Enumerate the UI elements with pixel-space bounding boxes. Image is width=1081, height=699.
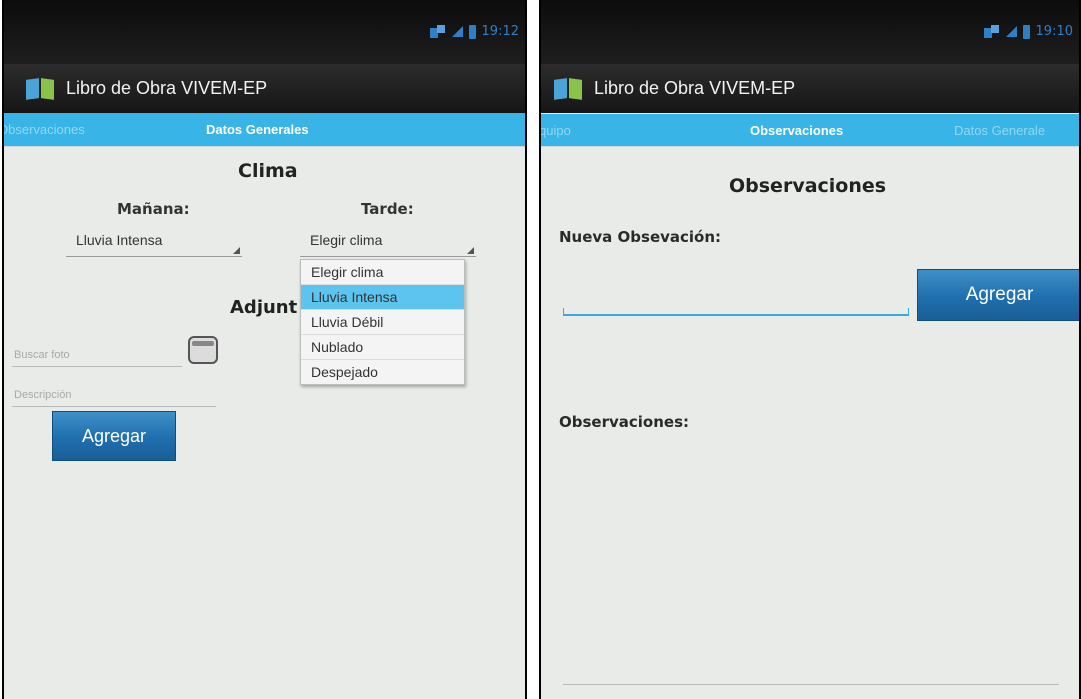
status-bar: 19:12 — [4, 0, 525, 64]
descripcion-field[interactable]: Descripción — [12, 378, 216, 407]
tab-observaciones[interactable]: Observaciones — [750, 123, 843, 138]
tarde-label: Tarde: — [361, 200, 414, 218]
spinner-arrow-icon — [233, 247, 240, 254]
manana-spinner-value: Lluvia Intensa — [76, 232, 163, 248]
status-icons: 19:12 — [429, 24, 519, 39]
app-title: Libro de Obra VIVEM-EP — [594, 78, 796, 98]
right-phone-screen: 19:10 Libro de Obra VIVEM-EP quipo Obser… — [539, 0, 1081, 699]
descripcion-placeholder: Descripción — [14, 389, 72, 401]
dropdown-option-nublado[interactable]: Nublado — [301, 335, 464, 360]
tarde-spinner[interactable]: Elegir clima — [300, 230, 476, 257]
buscar-foto-placeholder: Buscar foto — [14, 349, 70, 361]
status-bar: 19:10 — [541, 0, 1079, 64]
tarde-spinner-value: Elegir clima — [310, 232, 383, 248]
page-title: Observaciones — [729, 175, 887, 197]
left-phone-screen: 19:12 Libro de Obra VIVEM-EP Observacion… — [2, 0, 527, 699]
status-time: 19:12 — [481, 24, 519, 39]
adjuntos-heading: Adjunt — [230, 297, 298, 318]
tab-observaciones[interactable]: Observaciones — [4, 122, 85, 137]
clima-dropdown-list: Elegir clima Lluvia Intensa Lluvia Débil… — [300, 259, 465, 385]
observaciones-list-divider — [563, 684, 1059, 685]
dropdown-option-lluvia-intensa[interactable]: Lluvia Intensa — [301, 285, 464, 310]
data-icon — [983, 25, 1000, 38]
tab-strip: Observaciones Datos Generales — [4, 113, 525, 147]
signal-icon — [451, 26, 463, 37]
app-icon[interactable] — [554, 77, 584, 101]
dropdown-option-elegir-clima[interactable]: Elegir clima — [301, 260, 464, 285]
action-bar: Libro de Obra VIVEM-EP — [541, 64, 1079, 113]
calendar-icon[interactable] — [188, 336, 218, 364]
signal-icon — [1005, 26, 1017, 37]
app-icon[interactable] — [26, 77, 56, 101]
nueva-observacion-label: Nueva Obsevación: — [559, 228, 722, 246]
manana-label: Mañana: — [117, 200, 190, 218]
dropdown-option-lluvia-debil[interactable]: Lluvia Débil — [301, 310, 464, 335]
data-icon — [429, 25, 446, 38]
manana-spinner[interactable]: Lluvia Intensa — [66, 230, 242, 257]
observaciones-list-label: Observaciones: — [559, 413, 690, 431]
battery-icon — [468, 24, 476, 39]
action-bar: Libro de Obra VIVEM-EP — [4, 64, 525, 113]
spinner-arrow-icon — [467, 247, 474, 254]
clima-heading: Clima — [238, 160, 298, 182]
dropdown-option-despejado[interactable]: Despejado — [301, 360, 464, 384]
battery-icon — [1022, 24, 1030, 39]
tab-datos-generales[interactable]: Datos Generales — [206, 122, 309, 137]
tab-equipo[interactable]: quipo — [541, 123, 571, 138]
status-time: 19:10 — [1035, 24, 1073, 39]
nueva-observacion-input[interactable] — [563, 284, 909, 316]
status-icons: 19:10 — [983, 24, 1073, 39]
tab-strip: quipo Observaciones Datos Generale — [541, 114, 1079, 147]
tab-datos-generales[interactable]: Datos Generale — [954, 123, 1045, 138]
agregar-button[interactable]: Agregar — [52, 411, 176, 461]
agregar-button[interactable]: Agregar — [917, 269, 1079, 321]
app-title: Libro de Obra VIVEM-EP — [66, 78, 268, 98]
buscar-foto-field[interactable]: Buscar foto — [12, 338, 182, 367]
